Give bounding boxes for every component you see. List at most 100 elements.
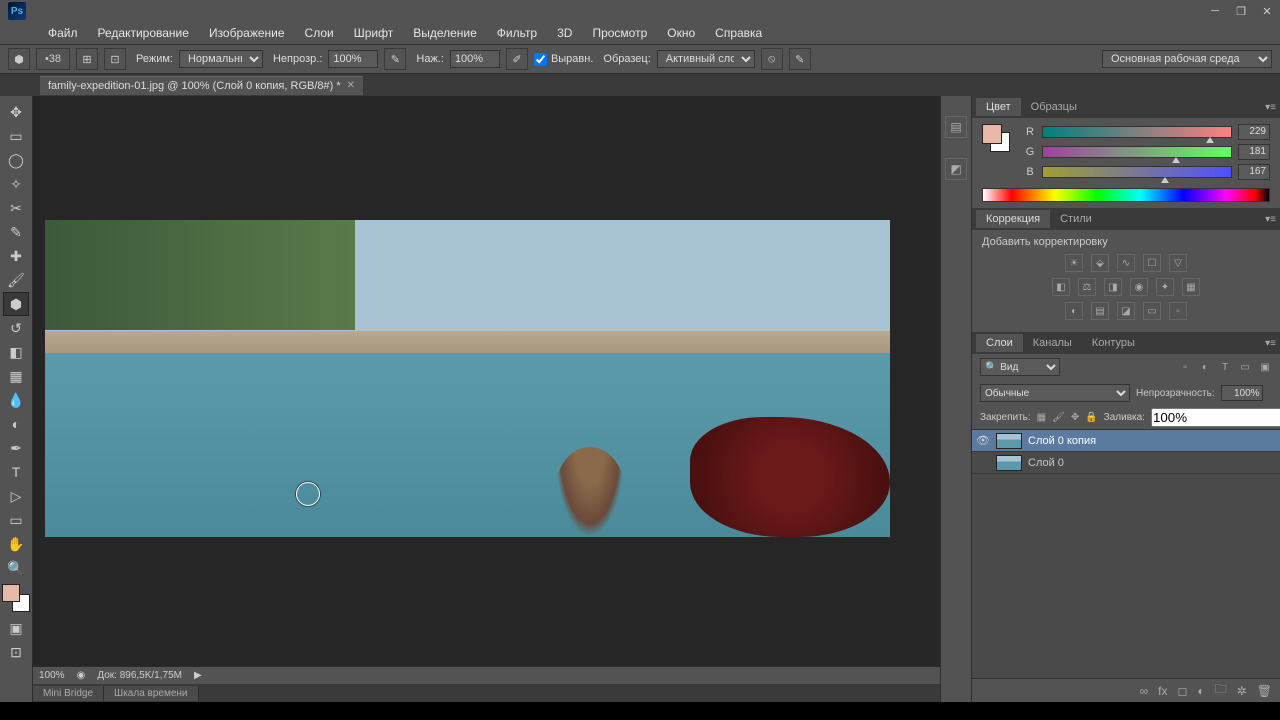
r-slider[interactable]: [1042, 126, 1232, 138]
brush-preset-picker[interactable]: • 38: [36, 48, 70, 70]
canvas-area[interactable]: 100% ◉ Док: 896,5K/1,75M ▶ Mini Bridge Ш…: [33, 96, 940, 702]
document-tab[interactable]: family-expedition-01.jpg @ 100% (Слой 0 …: [40, 76, 363, 95]
magic-wand-tool[interactable]: ✧: [3, 172, 29, 196]
visibility-toggle-icon[interactable]: 👁: [976, 434, 990, 447]
posterize-adjust-icon[interactable]: ▤: [1091, 302, 1109, 320]
b-slider[interactable]: [1042, 166, 1232, 178]
b-value[interactable]: 167: [1238, 164, 1270, 180]
blur-tool[interactable]: 💧: [3, 388, 29, 412]
healing-brush-tool[interactable]: ✚: [3, 244, 29, 268]
hand-tool[interactable]: ✋: [3, 532, 29, 556]
marquee-tool[interactable]: ▭: [3, 124, 29, 148]
r-value[interactable]: 229: [1238, 124, 1270, 140]
layer-opacity-input[interactable]: [1221, 385, 1263, 401]
spectrum-ramp[interactable]: [982, 188, 1270, 202]
lock-pixels-icon[interactable]: 🖌: [1052, 411, 1065, 425]
lock-transparency-icon[interactable]: ▦: [1037, 411, 1046, 425]
dodge-tool[interactable]: ◐: [3, 412, 29, 436]
menu-edit[interactable]: Редактирование: [90, 24, 197, 42]
ignore-adjust-icon[interactable]: ⦸: [761, 48, 783, 70]
new-fill-layer-icon[interactable]: ◐: [1197, 684, 1204, 698]
layer-mask-icon[interactable]: ◻: [1177, 684, 1187, 698]
link-layers-icon[interactable]: ∞: [1140, 684, 1149, 698]
swatches-tab[interactable]: Образцы: [1021, 98, 1087, 116]
curves-adjust-icon[interactable]: ∿: [1117, 254, 1135, 272]
close-button[interactable]: ✕: [1254, 1, 1280, 21]
layer-item[interactable]: Слой 0: [972, 452, 1280, 474]
menu-select[interactable]: Выделение: [405, 24, 485, 42]
brush-panel-toggle[interactable]: ⊞: [76, 48, 98, 70]
eyedropper-tool[interactable]: ✎: [3, 220, 29, 244]
panel-menu-icon[interactable]: ▾≡: [1265, 338, 1276, 349]
color-tab[interactable]: Цвет: [976, 98, 1021, 116]
opacity-input[interactable]: [328, 50, 378, 68]
sample-select[interactable]: Активный слой: [657, 50, 755, 68]
minimize-button[interactable]: ─: [1202, 1, 1228, 21]
shape-tool[interactable]: ▭: [3, 508, 29, 532]
menu-layer[interactable]: Слои: [297, 24, 342, 42]
lock-all-icon[interactable]: 🔒: [1085, 411, 1097, 425]
workspace-select[interactable]: Основная рабочая среда: [1102, 50, 1272, 68]
menu-help[interactable]: Справка: [707, 24, 770, 42]
zoom-tool[interactable]: 🔍: [3, 556, 29, 580]
quick-mask-toggle[interactable]: ▣: [3, 616, 29, 640]
invert-adjust-icon[interactable]: ◐: [1065, 302, 1083, 320]
color-swatches[interactable]: [2, 584, 30, 612]
path-select-tool[interactable]: ▷: [3, 484, 29, 508]
pen-tool[interactable]: ✒: [3, 436, 29, 460]
g-slider[interactable]: [1042, 146, 1232, 158]
menu-view[interactable]: Просмотр: [584, 24, 655, 42]
clone-source-toggle[interactable]: ⊡: [104, 48, 126, 70]
properties-panel-icon[interactable]: ◩: [945, 158, 967, 180]
layer-name[interactable]: Слой 0: [1028, 457, 1064, 469]
g-value[interactable]: 181: [1238, 144, 1270, 160]
pressure-size-icon[interactable]: ✎: [789, 48, 811, 70]
filter-adjust-icon[interactable]: ◐: [1198, 360, 1212, 374]
maximize-button[interactable]: ❐: [1228, 1, 1254, 21]
hue-adjust-icon[interactable]: ◧: [1052, 278, 1070, 296]
filter-type-icon[interactable]: T: [1218, 360, 1232, 374]
history-brush-tool[interactable]: ↺: [3, 316, 29, 340]
styles-tab[interactable]: Стили: [1050, 210, 1102, 228]
eraser-tool[interactable]: ◧: [3, 340, 29, 364]
flow-input[interactable]: [450, 50, 500, 68]
document-canvas[interactable]: [45, 220, 890, 537]
mini-bridge-tab[interactable]: Mini Bridge: [33, 686, 104, 701]
menu-image[interactable]: Изображение: [201, 24, 293, 42]
crop-tool[interactable]: ✂: [3, 196, 29, 220]
exposure-adjust-icon[interactable]: ☐: [1143, 254, 1161, 272]
layer-item[interactable]: 👁 Слой 0 копия: [972, 430, 1280, 452]
lasso-tool[interactable]: ◯: [3, 148, 29, 172]
selective-color-icon[interactable]: ▫: [1169, 302, 1187, 320]
aligned-checkbox[interactable]: Выравн.: [534, 53, 593, 66]
layer-fill-input[interactable]: [1151, 408, 1280, 427]
layers-tab[interactable]: Слои: [976, 334, 1023, 352]
vibrance-adjust-icon[interactable]: ▽: [1169, 254, 1187, 272]
delete-layer-icon[interactable]: 🗑: [1257, 684, 1272, 698]
channel-mixer-icon[interactable]: ✦: [1156, 278, 1174, 296]
clone-stamp-tool[interactable]: ⬢: [3, 292, 29, 316]
type-tool[interactable]: T: [3, 460, 29, 484]
layer-filter-select[interactable]: 🔍 Вид: [980, 358, 1060, 376]
close-tab-icon[interactable]: ✕: [347, 80, 355, 91]
filter-smart-icon[interactable]: ▣: [1258, 360, 1272, 374]
zoom-level[interactable]: 100%: [39, 670, 65, 681]
zoom-slider-icon[interactable]: ◉: [77, 670, 86, 681]
move-tool[interactable]: ✥: [3, 100, 29, 124]
layer-name[interactable]: Слой 0 копия: [1028, 435, 1096, 447]
history-panel-icon[interactable]: ▤: [945, 116, 967, 138]
color-lookup-icon[interactable]: ▦: [1182, 278, 1200, 296]
panel-menu-icon[interactable]: ▾≡: [1265, 214, 1276, 225]
brush-tool[interactable]: 🖌: [3, 268, 29, 292]
blend-mode-select[interactable]: Нормальный: [179, 50, 263, 68]
colorbalance-adjust-icon[interactable]: ⚖: [1078, 278, 1096, 296]
layer-thumbnail[interactable]: [996, 433, 1022, 449]
levels-adjust-icon[interactable]: ⬙: [1091, 254, 1109, 272]
threshold-adjust-icon[interactable]: ◪: [1117, 302, 1135, 320]
tool-preset-picker[interactable]: ⬢: [8, 48, 30, 70]
screen-mode-toggle[interactable]: ⊡: [3, 640, 29, 664]
panel-menu-icon[interactable]: ▾≡: [1265, 102, 1276, 113]
layer-thumbnail[interactable]: [996, 455, 1022, 471]
channels-tab[interactable]: Каналы: [1023, 334, 1082, 352]
new-group-icon[interactable]: 🗀: [1215, 680, 1227, 701]
